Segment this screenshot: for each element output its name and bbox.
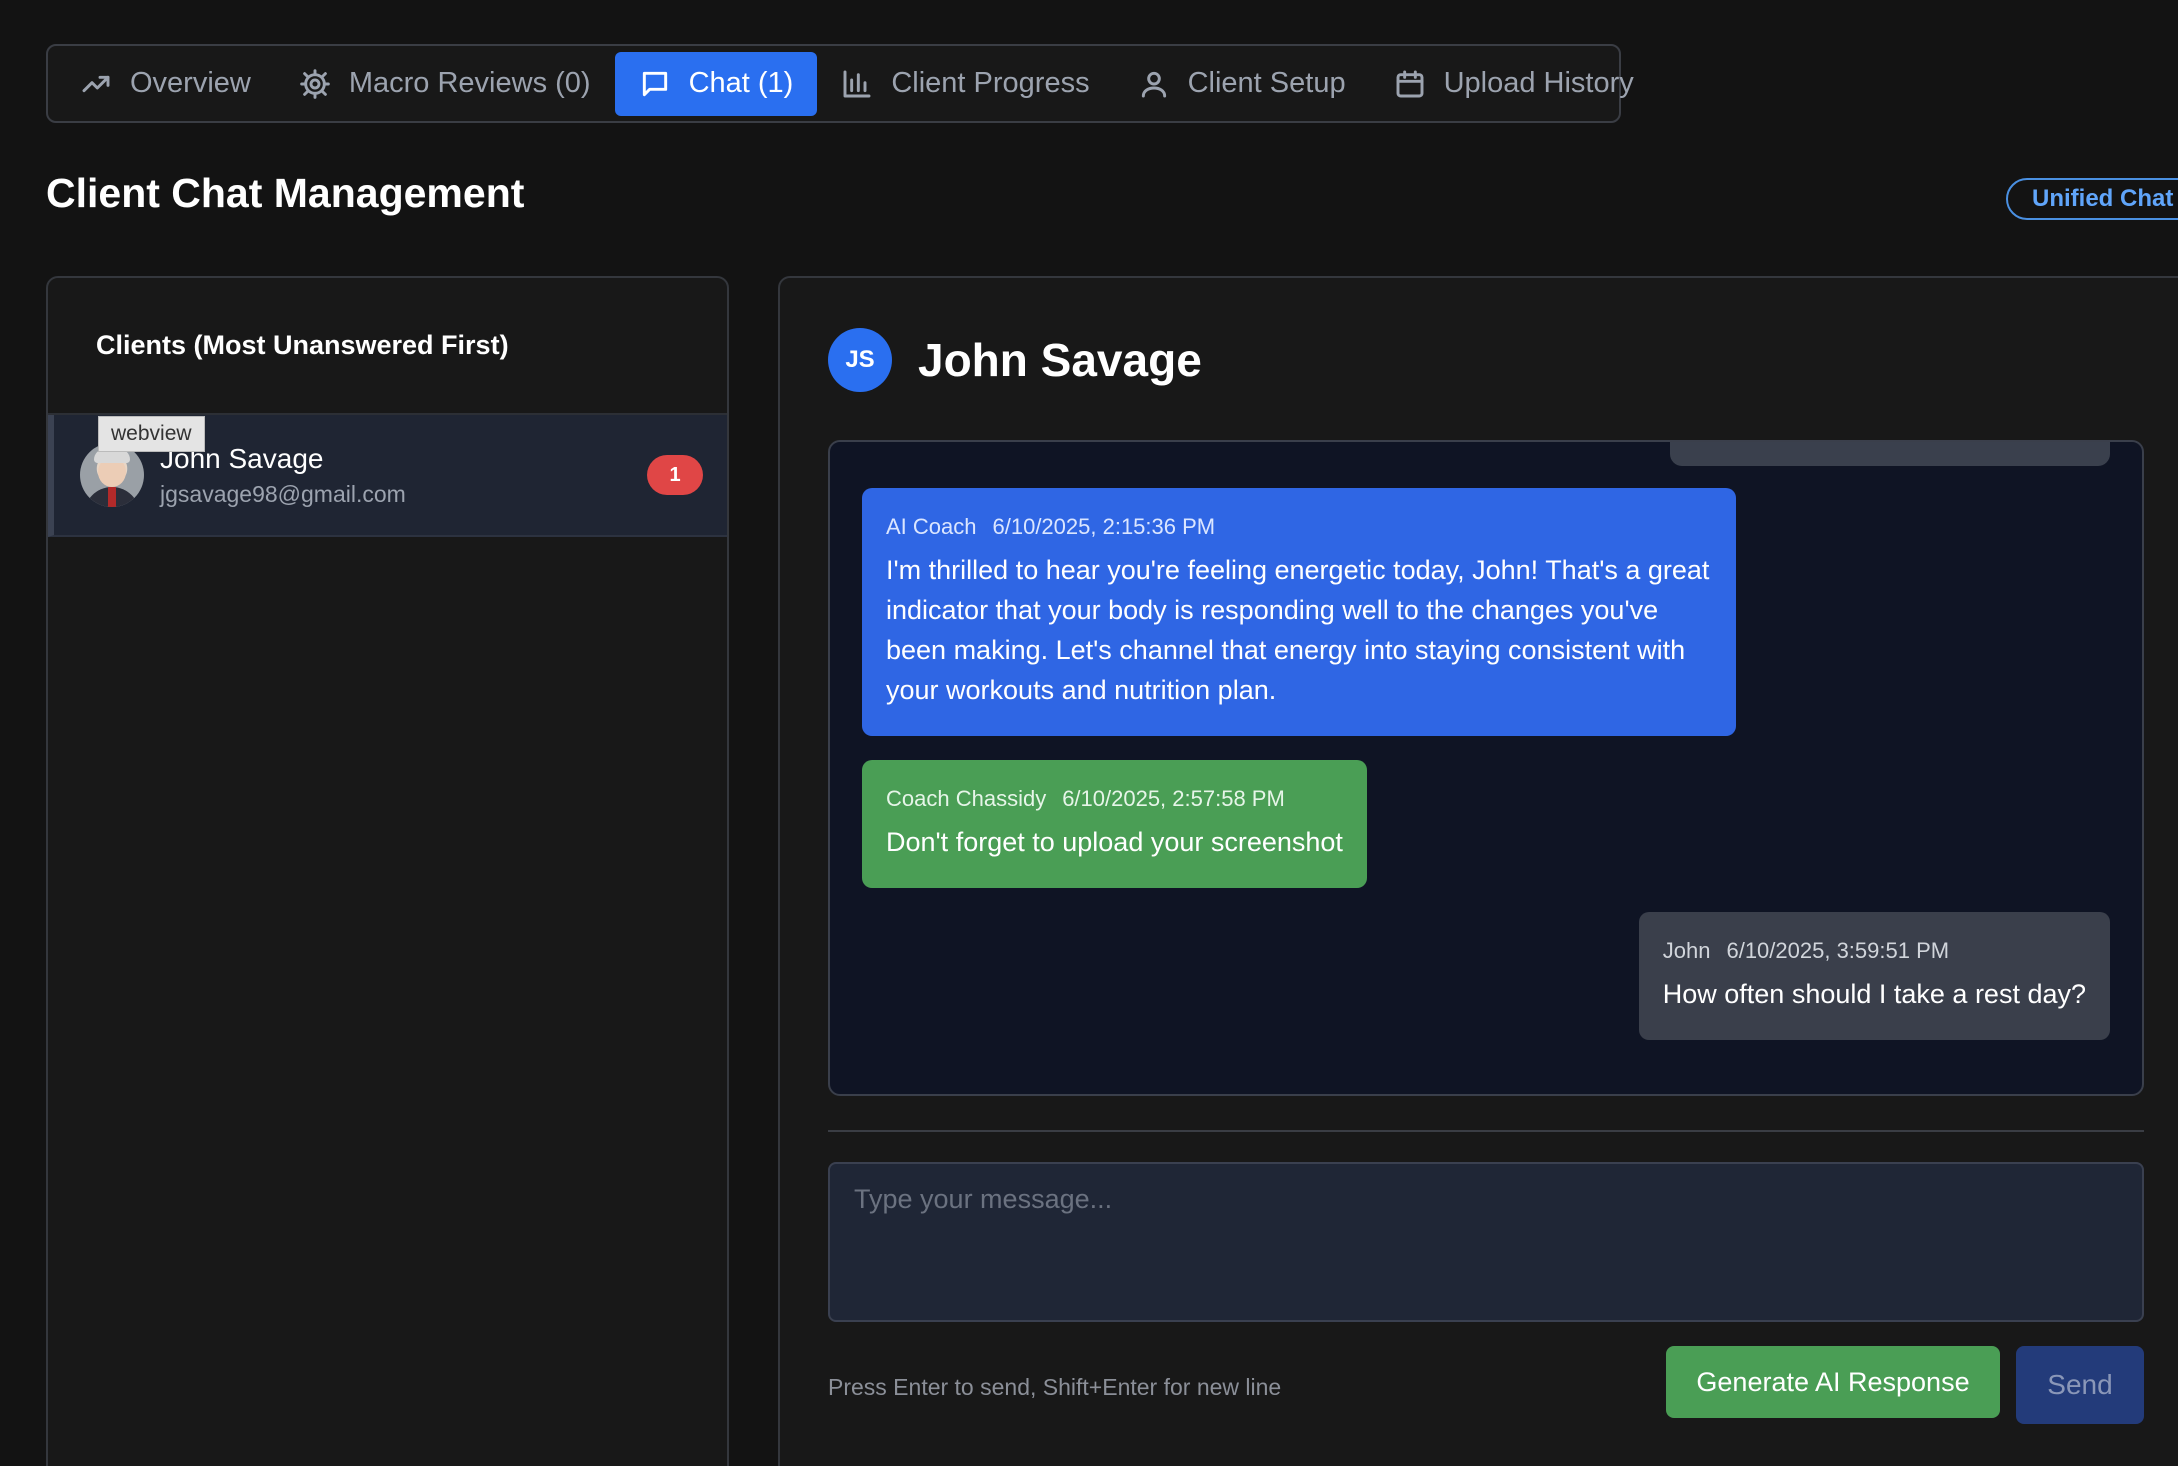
message-bubble-ai: AI Coach 6/10/2025, 2:15:36 PM I'm thril… [862,488,1736,736]
chat-panel: JS John Savage AI Coach 6/10/2025, 2:15:… [778,276,2178,1466]
tab-overview[interactable]: Overview [72,52,275,116]
chat-header: JS John Savage [828,328,1202,392]
gear-icon [300,68,330,99]
chat-title: John Savage [918,334,1202,386]
message-timestamp: 6/10/2025, 3:59:51 PM [1726,938,1950,963]
calendar-icon [1396,70,1424,97]
message-sender: John [1662,938,1711,963]
tab-label: Client Setup [1187,67,1346,99]
client-info: John Savage jgsavage98@gmail.com [160,443,406,508]
message-text: Don't forget to upload your screenshot [886,827,1343,857]
avatar: JS [828,328,892,392]
message-sender: Coach Chassidy [886,786,1047,811]
page-title: Client Chat Management [46,170,525,216]
message-timestamp: 6/10/2025, 2:57:58 PM [1062,786,1285,811]
client-list-header: Clients (Most Unanswered First) [48,278,727,415]
unified-chat-badge: Unified Chat [2006,178,2178,220]
avatar [80,443,144,507]
tab-label: Client Progress [891,67,1090,99]
message-bubble-coach: Coach Chassidy 6/10/2025, 2:57:58 PM Don… [862,760,1367,888]
client-email: jgsavage98@gmail.com [160,480,406,507]
webview-tooltip: webview [98,416,205,452]
tab-upload-history[interactable]: Upload History [1370,52,1658,116]
message-composer [828,1162,2144,1322]
message-list[interactable]: AI Coach 6/10/2025, 2:15:36 PM I'm thril… [828,440,2144,1096]
tab-label: Upload History [1443,67,1634,99]
tab-bar: Overview Macro Reviews (0) Chat (1) Clie… [46,44,1634,123]
divider [828,1130,2144,1132]
message-text: I'm thrilled to hear you're feeling ener… [886,555,1710,705]
trending-up-icon [82,75,110,92]
tab-client-progress[interactable]: Client Progress [817,52,1113,116]
message-timestamp: 6/10/2025, 2:15:36 PM [992,514,1216,539]
previous-message-edge [1670,442,2110,466]
tab-macro-reviews[interactable]: Macro Reviews (0) [275,52,615,116]
user-icon [1141,71,1166,97]
message-sender: AI Coach [886,514,977,539]
chat-icon [642,71,667,96]
bar-chart-icon [843,70,871,97]
tab-label: Overview [130,67,251,99]
message-input[interactable] [854,1184,2118,1300]
message-bubble-client: John 6/10/2025, 3:59:51 PM How often sho… [1638,912,2110,1040]
tab-label: Chat (1) [688,67,794,99]
message-text: How often should I take a rest day? [1662,979,2086,1009]
tab-client-setup[interactable]: Client Setup [1114,52,1370,116]
tab-chat[interactable]: Chat (1) [614,51,818,116]
tab-label: Macro Reviews (0) [348,67,591,99]
composer-hint: Press Enter to send, Shift+Enter for new… [828,1374,1282,1400]
send-button[interactable]: Send [2016,1346,2144,1424]
unread-count-badge: 1 [647,455,703,495]
client-list-panel: Clients (Most Unanswered First) John Sav… [46,276,729,1466]
generate-ai-response-button[interactable]: Generate AI Response [1666,1346,2000,1418]
